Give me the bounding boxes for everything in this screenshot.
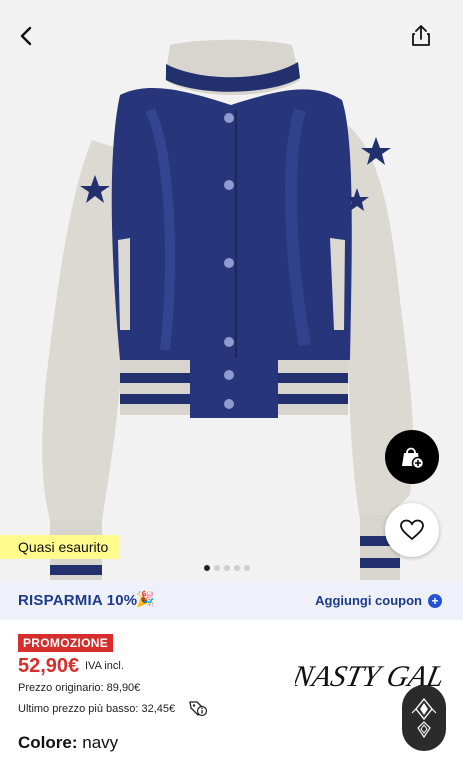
add-coupon-link[interactable]: Aggiungi coupon — [315, 593, 422, 608]
carousel-dot[interactable] — [234, 565, 240, 571]
favorite-button[interactable] — [385, 503, 439, 557]
heart-icon — [400, 519, 424, 541]
product-photo — [42, 39, 414, 580]
carousel-dot[interactable] — [244, 565, 250, 571]
scarcity-badge: Quasi esaurito — [0, 535, 121, 559]
carousel-dot[interactable] — [224, 565, 230, 571]
carousel-indicator[interactable] — [204, 565, 250, 571]
share-icon — [412, 25, 430, 46]
promotion-badge: PROMOZIONE — [18, 634, 114, 652]
carousel-dot[interactable] — [214, 565, 220, 571]
product-image-carousel[interactable]: Quasi esaurito — [0, 0, 463, 582]
party-popper-icon: 🎉 — [136, 591, 155, 608]
original-price: Prezzo originario: 89,90€ — [18, 682, 141, 694]
savings-label: RISPARMIA 10% — [18, 592, 138, 609]
add-to-bag-button[interactable] — [385, 430, 439, 484]
tag-info-icon[interactable] — [188, 699, 208, 722]
brand-badge[interactable] — [402, 685, 446, 751]
sale-price: 52,90€ — [18, 655, 80, 677]
color-selector: Colore: navy — [18, 733, 118, 753]
carousel-dot[interactable] — [204, 565, 210, 571]
vat-note: IVA incl. — [85, 660, 124, 672]
lowest-price: Ultimo prezzo più basso: 32,45€ — [18, 703, 176, 715]
chevron-left-icon — [20, 26, 32, 46]
color-label: Colore: — [18, 733, 78, 752]
diamond-emblem-icon — [411, 697, 437, 739]
add-to-bag-icon — [402, 447, 425, 470]
back-button[interactable] — [8, 18, 44, 54]
color-value: navy — [82, 733, 119, 752]
share-button[interactable] — [403, 18, 439, 54]
plus-circle-icon[interactable]: + — [428, 594, 442, 608]
